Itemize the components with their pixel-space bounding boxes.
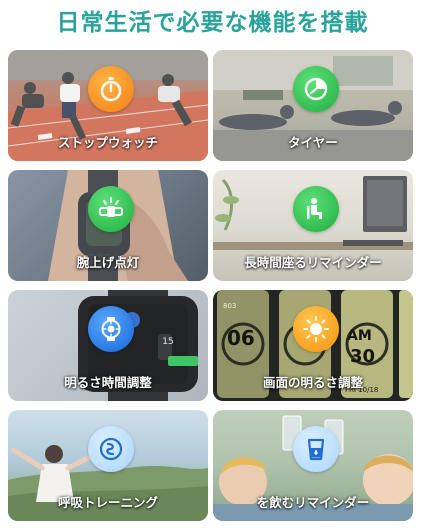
feature-card-wrist-raise: 腕上げ点灯: [8, 170, 208, 281]
watch-time-minute: 30: [350, 346, 376, 367]
watch-steps: 803: [223, 302, 237, 310]
watch-time-hour: 06: [227, 326, 255, 350]
feature-card-screen-brightness: 803 06 AM 30 FRI 10/18 画面の明るさ調整: [213, 290, 413, 401]
feature-card-drink-reminder: を飲むリマインダー: [213, 410, 413, 521]
breathing-icon: [88, 426, 134, 472]
sitting-person-icon: [293, 186, 339, 232]
feature-card-timer: タイヤー: [213, 50, 413, 161]
watch-meridiem: AM: [347, 328, 372, 344]
feature-card-sitting-reminder: 長時間座るリマインダー: [213, 170, 413, 281]
feature-label: 呼吸トレーニング: [57, 495, 158, 510]
feature-card-stopwatch: ストップウォッチ: [8, 50, 208, 161]
feature-card-brightness-time: 15 明るさ時間調整: [8, 290, 208, 401]
feature-label: ストップウォッチ: [57, 135, 158, 150]
pager-value: 15: [162, 337, 174, 347]
feature-label: 腕上げ点灯: [76, 255, 140, 270]
stopwatch-icon: [88, 66, 134, 112]
wrist-raise-icon: [88, 186, 134, 232]
feature-label: 明るさ時間調整: [64, 375, 152, 390]
feature-label: タイヤー: [288, 135, 338, 150]
feature-label: 長時間座るリマインダー: [244, 255, 382, 270]
feature-label: 画面の明るさ調整: [262, 375, 363, 390]
water-glass-icon: [293, 426, 339, 472]
feature-card-breathing: 呼吸トレーニング: [8, 410, 208, 521]
timer-icon: [293, 66, 339, 112]
feature-label: を飲むリマインダー: [256, 495, 370, 510]
watch-brightness-icon: [88, 306, 134, 352]
feature-grid: ストップウォッチ タイヤー 腕上げ点灯 長時間座るリマインダー 15 明るさ時間…: [8, 50, 417, 526]
page-title: 日常生活で必要な機能を搭載: [56, 10, 369, 36]
sun-icon: [293, 306, 339, 352]
